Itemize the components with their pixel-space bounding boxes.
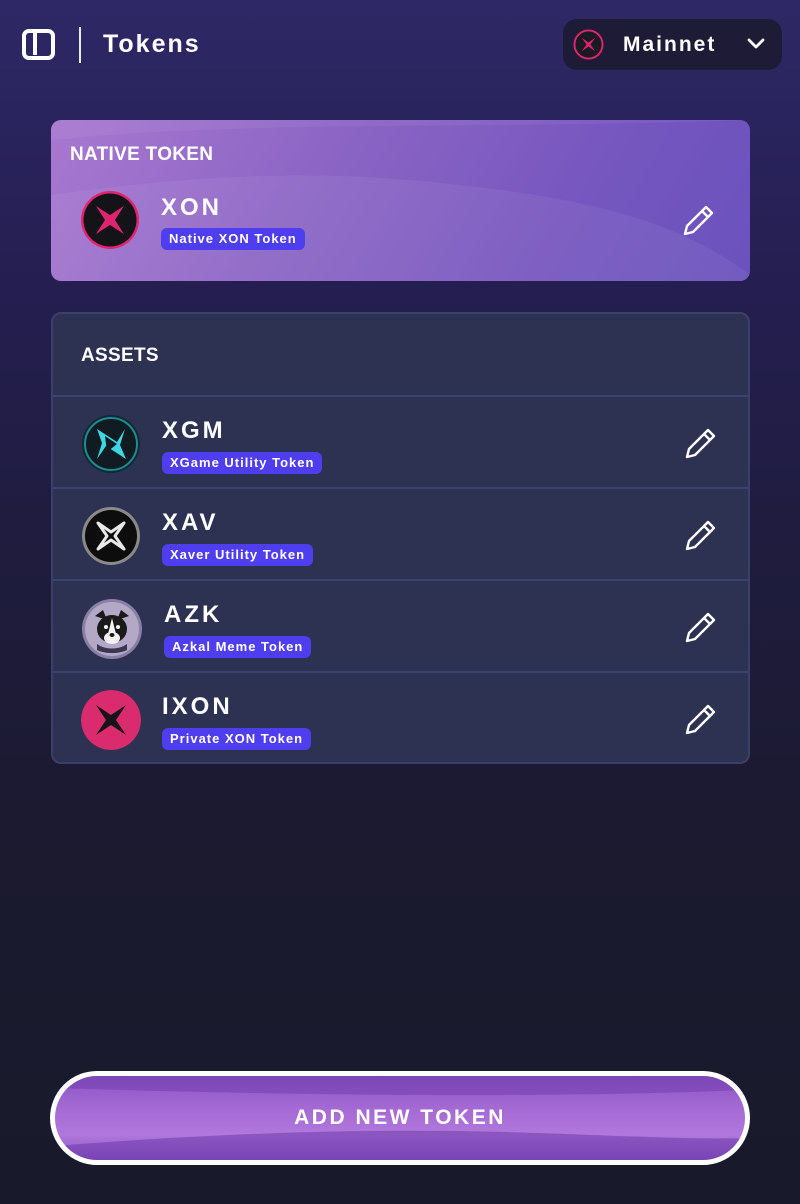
edit-token-button[interactable] <box>684 610 718 644</box>
edit-token-button[interactable] <box>684 426 718 460</box>
edit-token-button[interactable] <box>684 518 718 552</box>
azk-logo-icon <box>82 599 142 659</box>
ixon-logo-icon <box>81 690 141 750</box>
token-name-badge: XGame Utility Token <box>162 452 323 474</box>
xav-logo-icon <box>82 507 140 565</box>
chevron-down-icon <box>747 38 765 49</box>
pencil-icon <box>685 428 716 459</box>
assets-section-title: ASSETS <box>81 345 159 366</box>
pencil-icon <box>685 612 716 643</box>
token-name-badge: Azkal Meme Token <box>164 636 312 658</box>
token-symbol: XON <box>161 194 223 221</box>
edit-token-button[interactable] <box>682 203 716 237</box>
network-selector[interactable]: Mainnet <box>563 19 782 70</box>
token-symbol: XAV <box>162 509 219 536</box>
pencil-icon <box>685 704 716 735</box>
assets-card: ASSETS XGM XGame Utility Token XAV Xaver… <box>51 312 750 764</box>
edit-token-button[interactable] <box>684 702 718 736</box>
page-title: Tokens <box>103 30 201 58</box>
token-name-badge: Native XON Token <box>161 228 305 250</box>
xon-logo-icon <box>81 191 139 249</box>
sidebar-toggle-icon[interactable] <box>22 29 55 60</box>
asset-row-xav[interactable]: XAV Xaver Utility Token <box>53 487 748 579</box>
pencil-icon <box>685 520 716 551</box>
xgm-logo-icon <box>82 415 140 473</box>
pencil-icon <box>683 205 714 236</box>
token-name-badge: Private XON Token <box>162 728 312 750</box>
asset-row-azk[interactable]: AZK Azkal Meme Token <box>53 579 748 671</box>
top-bar: Tokens Mainnet <box>0 0 800 90</box>
asset-row-ixon[interactable]: IXON Private XON Token <box>53 671 748 762</box>
native-token-card: NATIVE TOKEN XON Native XON Token <box>51 120 750 281</box>
asset-row-xgm[interactable]: XGM XGame Utility Token <box>53 395 748 487</box>
token-name-badge: Xaver Utility Token <box>162 544 314 566</box>
token-symbol: AZK <box>164 601 223 628</box>
native-section-title: NATIVE TOKEN <box>70 144 214 165</box>
xon-network-icon <box>573 29 604 60</box>
add-new-token-label: ADD NEW TOKEN <box>294 1106 506 1129</box>
token-symbol: XGM <box>162 417 226 444</box>
assets-header: ASSETS <box>53 314 748 396</box>
token-symbol: IXON <box>162 693 233 720</box>
add-new-token-button[interactable]: ADD NEW TOKEN <box>50 1071 750 1165</box>
network-label: Mainnet <box>623 33 717 56</box>
header-divider <box>79 27 81 63</box>
